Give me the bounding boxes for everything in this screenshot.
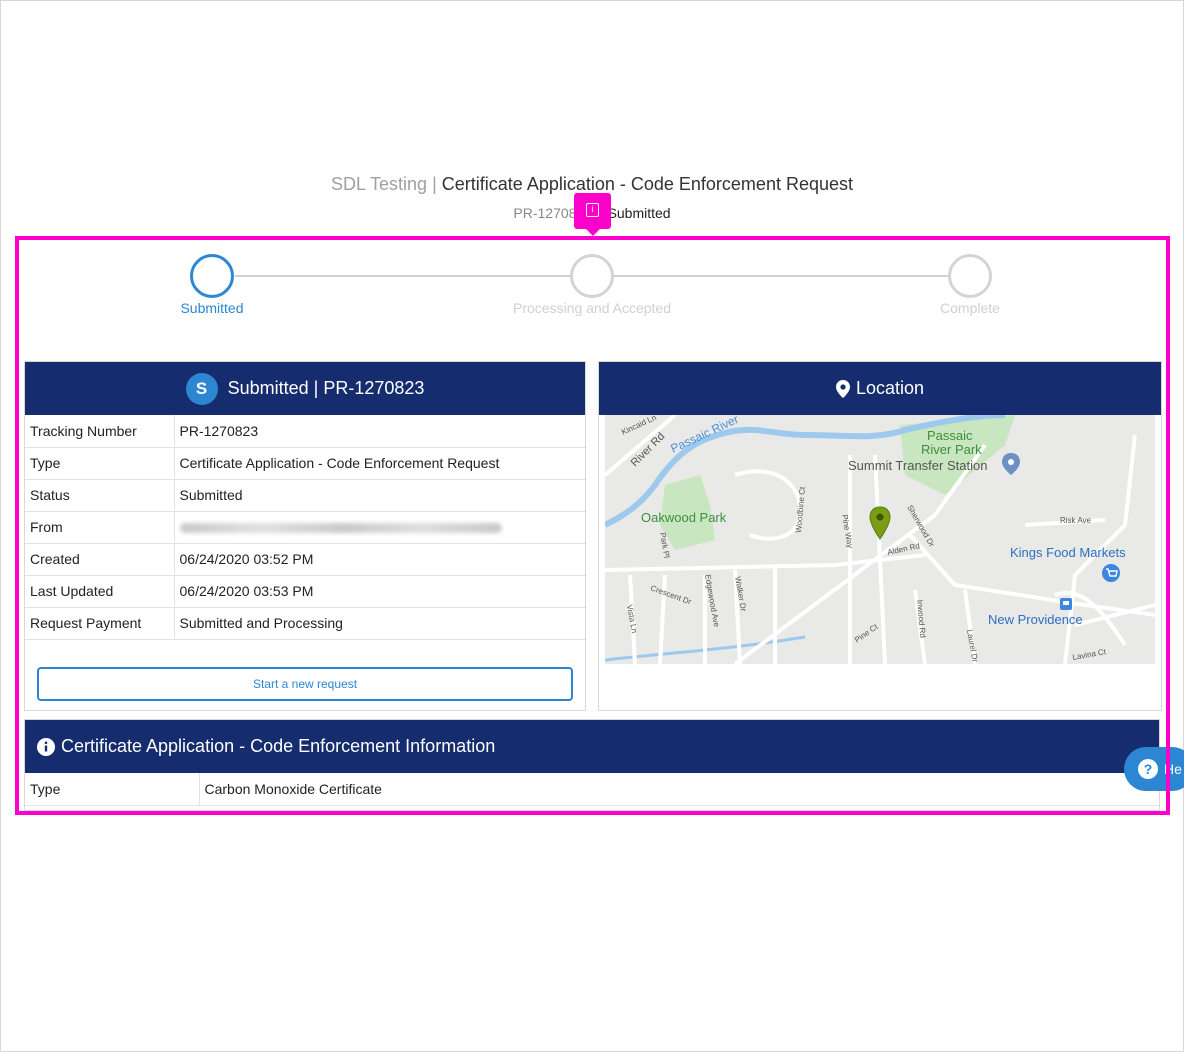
page-title: SDL Testing | Certificate Application - … bbox=[0, 174, 1184, 195]
annotation-marker: i bbox=[574, 193, 611, 236]
request-status: Submitted bbox=[607, 205, 671, 221]
annotation-icon: i bbox=[586, 203, 599, 217]
org-name: SDL Testing bbox=[331, 174, 428, 194]
request-title: Certificate Application - Code Enforceme… bbox=[441, 174, 853, 194]
title-separator: | bbox=[432, 174, 437, 194]
highlight-box bbox=[15, 236, 1170, 815]
request-number: PR-12708 bbox=[513, 205, 577, 221]
